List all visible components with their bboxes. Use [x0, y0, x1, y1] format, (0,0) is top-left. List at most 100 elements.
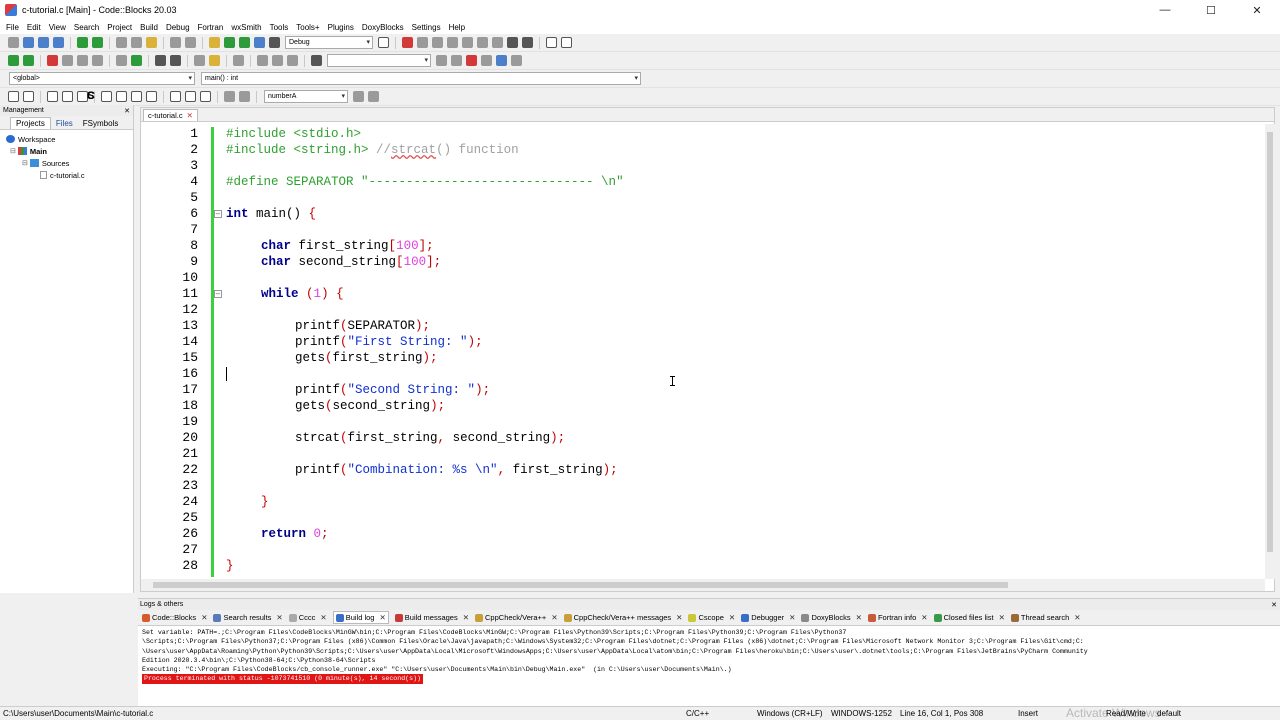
frame-icon[interactable]: [23, 91, 34, 102]
step-out-icon[interactable]: [462, 37, 473, 48]
tree-item-workspace[interactable]: Workspace: [0, 133, 133, 145]
various-info-icon[interactable]: [561, 37, 572, 48]
menu-edit[interactable]: Edit: [23, 23, 45, 32]
build-and-run-icon[interactable]: [239, 37, 250, 48]
save-all-icon[interactable]: [53, 37, 64, 48]
table-icon[interactable]: [146, 91, 157, 102]
pointer-icon[interactable]: [8, 91, 19, 102]
jump-back-icon[interactable]: [8, 55, 19, 66]
save-icon[interactable]: [38, 37, 49, 48]
replace-icon[interactable]: [185, 37, 196, 48]
close-icon[interactable]: ✕: [320, 613, 326, 622]
collapse-icon[interactable]: ⊟: [10, 147, 16, 155]
undo-icon[interactable]: [77, 37, 88, 48]
run-icon[interactable]: [224, 37, 235, 48]
find-icon[interactable]: [170, 37, 181, 48]
close-icon[interactable]: ✕: [729, 613, 735, 622]
menu-search[interactable]: Search: [70, 23, 103, 32]
fold-collapse-icon[interactable]: −: [214, 290, 222, 298]
tree-item-sources[interactable]: ⊟ Sources: [0, 157, 133, 169]
zoom-in-icon[interactable]: [224, 91, 235, 102]
build-target-select[interactable]: Debug ▾: [285, 36, 373, 49]
close-icon[interactable]: ✕: [856, 613, 862, 622]
next-match-icon[interactable]: [451, 55, 462, 66]
whole-word-icon[interactable]: [481, 55, 492, 66]
toggle-bookmark-icon[interactable]: [47, 55, 58, 66]
tab-cccc[interactable]: Cccc ✕: [288, 613, 327, 622]
tab-fortran-info[interactable]: Fortran info ✕: [867, 613, 928, 622]
menu-help[interactable]: Help: [445, 23, 469, 32]
clear-highlight-icon[interactable]: [511, 55, 522, 66]
menu-doxyblocks[interactable]: DoxyBlocks: [358, 23, 408, 32]
match-case-icon[interactable]: [466, 55, 477, 66]
combo-widget-icon[interactable]: [200, 91, 211, 102]
show-call-tip-icon[interactable]: [209, 55, 220, 66]
menu-tools-plus[interactable]: Tools+: [292, 23, 323, 32]
build-file-icon[interactable]: [116, 55, 127, 66]
menu-wxsmith[interactable]: wxSmith: [227, 23, 265, 32]
step-into-icon[interactable]: [447, 37, 458, 48]
close-icon[interactable]: ✕: [789, 613, 795, 622]
button-widget-icon[interactable]: [170, 91, 181, 102]
tab-closed-files[interactable]: Closed files list ✕: [933, 613, 1005, 622]
close-icon[interactable]: ✕: [921, 613, 927, 622]
close-icon[interactable]: ✕: [1234, 0, 1280, 20]
tab-doxyblocks[interactable]: DoxyBlocks ✕: [801, 613, 862, 622]
search-icon[interactable]: [353, 91, 364, 102]
paste-icon[interactable]: [146, 37, 157, 48]
close-icon[interactable]: ✕: [463, 613, 469, 622]
goto-next-icon[interactable]: [272, 55, 283, 66]
menu-settings[interactable]: Settings: [408, 23, 445, 32]
close-icon[interactable]: ✕: [676, 613, 682, 622]
next-bookmark-icon[interactable]: [77, 55, 88, 66]
clear-bookmarks-icon[interactable]: [92, 55, 103, 66]
goto-previous-icon[interactable]: [257, 55, 268, 66]
next-line-icon[interactable]: [432, 37, 443, 48]
minimize-icon[interactable]: —: [1142, 0, 1188, 20]
rebuild-icon[interactable]: [254, 37, 265, 48]
debugging-windows-icon[interactable]: [546, 37, 557, 48]
menu-project[interactable]: Project: [103, 23, 136, 32]
tab-build-log[interactable]: Build log ✕: [332, 611, 389, 624]
menu-view[interactable]: View: [45, 23, 70, 32]
redo-icon[interactable]: [92, 37, 103, 48]
tab-fsymbols[interactable]: FSymbols: [78, 118, 124, 129]
build-log-output[interactable]: Set variable: PATH=.;C:\Program Files\Co…: [138, 626, 1280, 704]
stop-debugger-icon[interactable]: [522, 37, 533, 48]
maximize-icon[interactable]: ☐: [1188, 0, 1234, 20]
settings-icon[interactable]: [368, 91, 379, 102]
vertical-scrollbar[interactable]: [1265, 124, 1275, 579]
close-icon[interactable]: ✕: [1074, 613, 1080, 622]
run-to-cursor-icon[interactable]: [417, 37, 428, 48]
close-icon[interactable]: ✕: [124, 107, 130, 115]
menu-plugins[interactable]: Plugins: [324, 23, 358, 32]
highlight-icon[interactable]: [311, 55, 322, 66]
fold-collapse-icon[interactable]: −: [214, 210, 222, 218]
goto-last-icon[interactable]: [287, 55, 298, 66]
menu-build[interactable]: Build: [136, 23, 162, 32]
highlight-select[interactable]: ▾: [327, 54, 431, 67]
cut-icon[interactable]: [116, 37, 127, 48]
tab-projects[interactable]: Projects: [10, 117, 51, 129]
horizontal-scrollbar[interactable]: [141, 579, 1265, 591]
tab-files[interactable]: Files: [51, 118, 78, 129]
close-icon[interactable]: ✕: [551, 613, 557, 622]
copy-icon[interactable]: [131, 37, 142, 48]
next-instruction-icon[interactable]: [477, 37, 488, 48]
flex-sizer-icon[interactable]: [131, 91, 142, 102]
tab-debugger[interactable]: Debugger ✕: [741, 613, 795, 622]
scope-select[interactable]: <global> ▾: [9, 72, 195, 85]
code-area[interactable]: 1 #include <stdio.h> 2 #include <string.h>…: [141, 124, 1265, 579]
tree-item-file[interactable]: c-tutorial.c: [0, 169, 133, 181]
tab-build-messages[interactable]: Build messages ✕: [394, 613, 469, 622]
close-icon[interactable]: ✕: [276, 613, 282, 622]
break-debugger-icon[interactable]: [507, 37, 518, 48]
tab-cscope[interactable]: Cscope ✕: [688, 613, 735, 622]
step-into-instruction-icon[interactable]: [492, 37, 503, 48]
build-icon[interactable]: [209, 37, 220, 48]
grid-sizer-icon[interactable]: [116, 91, 127, 102]
scrollbar-thumb[interactable]: [1267, 132, 1273, 552]
new-file-icon[interactable]: [8, 37, 19, 48]
box-sizer-icon[interactable]: [101, 91, 112, 102]
menu-tools[interactable]: Tools: [266, 23, 293, 32]
